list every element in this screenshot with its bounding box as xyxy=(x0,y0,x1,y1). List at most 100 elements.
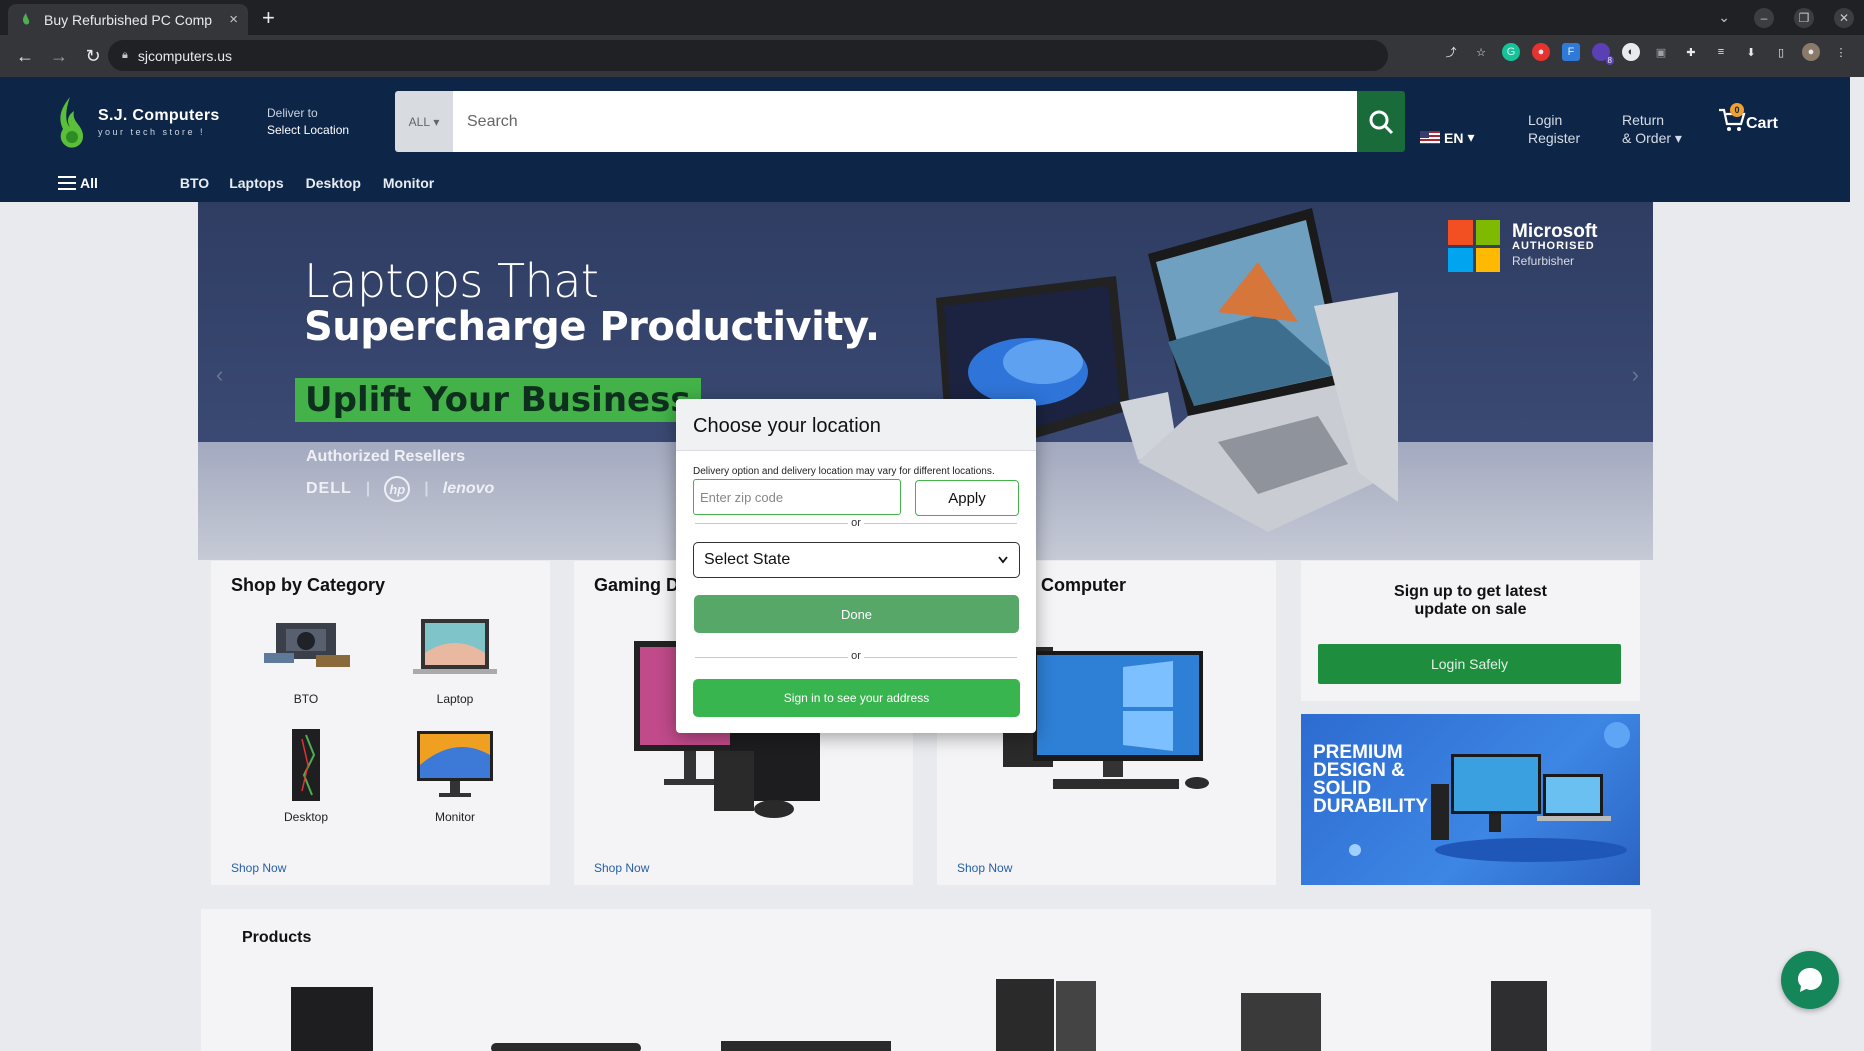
restore-icon[interactable]: ❐ xyxy=(1794,7,1814,28)
decor-ball-icon xyxy=(1349,844,1361,856)
tab-title: Buy Refurbished PC Comp xyxy=(44,11,213,28)
login-link[interactable]: Login xyxy=(1528,111,1580,129)
decor-ball-icon xyxy=(1604,722,1630,748)
close-window-icon[interactable]: ✕ xyxy=(1834,7,1854,28)
download-icon[interactable]: ⬇ xyxy=(1742,43,1760,61)
microsoft-logo-icon xyxy=(1448,220,1500,272)
site-logo[interactable]: S.J. Computers your tech store ! xyxy=(52,95,220,149)
bto-image xyxy=(264,623,350,667)
reading-list-icon[interactable]: ≡ xyxy=(1712,43,1730,61)
nav-link-bto[interactable]: BTO xyxy=(180,175,209,191)
shop-now-link-gaming[interactable]: Shop Now xyxy=(594,861,649,875)
search-button[interactable] xyxy=(1357,91,1405,152)
promo-banner[interactable]: PREMIUM DESIGN & SOLID DURABILITY xyxy=(1301,714,1640,885)
promo-devices-image xyxy=(1431,754,1627,862)
carousel-next-icon[interactable]: › xyxy=(1632,362,1639,388)
category-monitor[interactable]: Monitor xyxy=(400,725,510,824)
orders-label: & Order ▾ xyxy=(1622,130,1682,146)
category-label-monitor: Monitor xyxy=(434,810,475,824)
url-text: sjcomputers.us xyxy=(137,47,233,64)
category-bto[interactable]: BTO xyxy=(251,613,361,706)
nav-link-desktop[interactable]: Desktop xyxy=(306,175,361,191)
login-register[interactable]: Login Register xyxy=(1528,111,1580,147)
or-separator: or xyxy=(676,517,1036,529)
grammarly-extension-icon[interactable]: G xyxy=(1502,43,1520,61)
adblock-extension-icon[interactable]: ● xyxy=(1532,43,1550,61)
address-bar[interactable]: 🔒︎ sjcomputers.us xyxy=(108,40,1388,71)
language-label: EN xyxy=(1444,129,1464,146)
or-separator: or xyxy=(676,650,1036,662)
hero-highlight: Uplift Your Business xyxy=(295,378,701,422)
hero-heading-line1: Laptops That xyxy=(304,254,599,308)
computer-image xyxy=(1003,647,1209,789)
done-button[interactable]: Done xyxy=(694,595,1019,633)
microsoft-badge: Microsoft AUTHORISED Refurbisher xyxy=(1448,220,1598,272)
shop-by-category-card: Shop by Category BTO Laptop Desktop Moni… xyxy=(211,561,550,885)
state-select-label: Select State xyxy=(704,551,791,568)
chevron-down-icon xyxy=(998,556,1008,564)
deliver-location: Select Location xyxy=(267,123,350,137)
search-icon xyxy=(1369,110,1394,134)
shop-now-link-category[interactable]: Shop Now xyxy=(231,861,286,875)
returns-label: Return xyxy=(1622,112,1665,128)
robot-extension-icon[interactable]: ▣ xyxy=(1652,43,1670,61)
share-icon[interactable]: ⤴ xyxy=(1442,43,1460,61)
browser-tab[interactable]: Buy Refurbished PC Comp × xyxy=(8,4,248,35)
us-flag-icon xyxy=(1420,131,1440,144)
search-category-label: ALL xyxy=(408,114,430,129)
window-controls: ⌄ – ❐ ✕ xyxy=(1704,0,1864,35)
all-menu-button[interactable]: All xyxy=(58,175,98,191)
modal-title: Choose your location xyxy=(676,399,1036,451)
promo-text: PREMIUM DESIGN & SOLID DURABILITY xyxy=(1313,742,1429,817)
logo-flame-icon xyxy=(60,97,84,148)
forward-icon[interactable]: → xyxy=(50,46,68,67)
tab-close-icon[interactable]: × xyxy=(229,11,238,28)
state-select[interactable]: Select State xyxy=(693,542,1020,578)
logo-name: S.J. Computers xyxy=(98,107,220,124)
back-icon[interactable]: ← xyxy=(16,46,34,67)
browser-menu-icon[interactable]: ⋮ xyxy=(1832,43,1850,61)
bookmark-star-icon[interactable]: ☆ xyxy=(1472,43,1490,61)
category-nav: All BTO Laptops Desktop Monitor xyxy=(0,167,434,199)
category-desktop[interactable]: Desktop xyxy=(251,725,361,824)
tab-search-icon[interactable]: ⌄ xyxy=(1718,9,1730,26)
category-label-bto: BTO xyxy=(293,692,319,706)
lock-icon[interactable]: 🔒︎ xyxy=(122,49,128,62)
cart-button[interactable]: 0 Cart xyxy=(1718,103,1778,133)
circle-extension-icon[interactable]: ◐ xyxy=(1622,43,1640,61)
apply-button[interactable]: Apply xyxy=(915,480,1019,516)
fi-extension-icon[interactable]: F xyxy=(1562,43,1580,61)
site-favicon-icon xyxy=(22,12,30,24)
lenovo-logo: lenovo xyxy=(442,480,495,497)
hero-brand-logos: DELL | hp | lenovo xyxy=(306,476,494,502)
deliver-to-location[interactable]: Deliver to Select Location xyxy=(267,105,349,139)
badge-extension-icon[interactable]: 8 xyxy=(1592,43,1614,65)
chat-button[interactable] xyxy=(1781,951,1839,1009)
nav-link-monitor[interactable]: Monitor xyxy=(383,175,434,191)
side-panel-icon[interactable]: ▯ xyxy=(1772,43,1790,61)
nav-link-laptops[interactable]: Laptops xyxy=(229,175,283,191)
category-laptop[interactable]: Laptop xyxy=(400,613,510,706)
shop-now-link-computer[interactable]: Shop Now xyxy=(957,861,1012,875)
sign-in-address-button[interactable]: Sign in to see your address xyxy=(693,679,1020,717)
carousel-prev-icon[interactable]: ‹ xyxy=(216,362,223,388)
cart-count-badge: 0 xyxy=(1730,103,1744,117)
signup-card: Sign up to get latest update on sale Log… xyxy=(1301,561,1640,701)
reload-icon[interactable]: ↻ xyxy=(84,46,102,67)
minimize-icon[interactable]: – xyxy=(1754,7,1774,28)
search-input[interactable] xyxy=(453,91,1357,152)
profile-avatar[interactable]: ● xyxy=(1802,43,1820,61)
extension-row: ⤴ ☆ G ● F 8 ◐ ▣ ✚ ≡ ⬇ ▯ ● ⋮ xyxy=(1442,43,1850,65)
zip-code-input[interactable] xyxy=(693,479,901,515)
hp-logo: hp xyxy=(384,476,411,502)
puzzle-extensions-icon[interactable]: ✚ xyxy=(1682,43,1700,61)
desktop-image xyxy=(292,729,320,801)
login-safely-button[interactable]: Login Safely xyxy=(1318,644,1621,684)
register-link[interactable]: Register xyxy=(1528,129,1580,147)
search-category-select[interactable]: ALL ▾ xyxy=(395,91,453,152)
search-bar: ALL ▾ xyxy=(395,91,1405,152)
new-tab-button[interactable]: + xyxy=(262,5,275,31)
returns-orders[interactable]: Return & Order ▾ xyxy=(1622,111,1682,147)
language-selector[interactable]: EN ▾ xyxy=(1420,129,1474,146)
hero-resellers-label: Authorized Resellers xyxy=(306,448,466,465)
